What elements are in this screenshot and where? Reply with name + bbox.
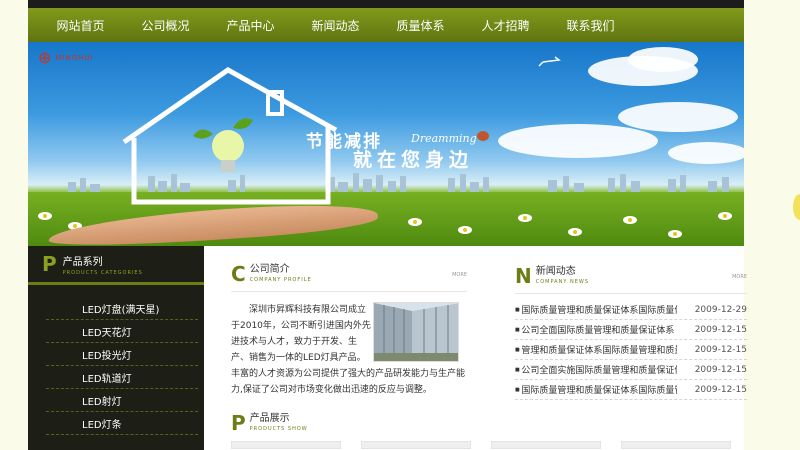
news-item-date: 2009-12-29 bbox=[694, 304, 747, 315]
hero-banner: ⊕ MINGHUI 节能减排 Dreamming 就在您身边 bbox=[28, 42, 744, 246]
news-header: N 新闻动态 COMPANY NEWS MORE bbox=[515, 266, 747, 294]
main-nav: 网站首页 公司概况 产品中心 新闻动态 质量体系 人才招聘 联系我们 bbox=[28, 8, 744, 42]
news-section: N 新闻动态 COMPANY NEWS MORE 国际质量管理和质量保证体系国际… bbox=[515, 266, 747, 400]
section-p-icon: P bbox=[42, 252, 57, 276]
company-building-image bbox=[373, 302, 459, 362]
news-item[interactable]: 国际质量管理和质量保证体系国际质量管 2009-12-15 bbox=[515, 380, 747, 400]
nav-about[interactable]: 公司概况 bbox=[123, 17, 208, 34]
profile-text-line: 力,保证了公司对市场变化做出迅速的反应与调整。 bbox=[231, 385, 432, 395]
news-item-title[interactable]: 公司全面实施国际质量管理和质量保证体 bbox=[515, 363, 677, 376]
sidebar-item-track-light[interactable]: LED轨道灯 bbox=[46, 366, 198, 389]
news-item-date: 2009-12-15 bbox=[694, 384, 747, 395]
news-more-link[interactable]: MORE bbox=[732, 274, 747, 280]
slogan-english: Dreamming bbox=[411, 132, 477, 145]
news-list: 国际质量管理和质量保证体系国际质量体 2009-12-29 公司全面国际质量管理… bbox=[515, 300, 747, 400]
products-show-section: P 产品展示 PRODUCTS SHOW bbox=[231, 413, 747, 449]
product-thumbnail[interactable] bbox=[491, 441, 601, 449]
products-title: 产品展示 bbox=[249, 413, 290, 424]
profile-title: 公司简介 bbox=[249, 264, 290, 275]
sidebar-subtitle: PRODUCTS CATEGORIES bbox=[62, 269, 143, 276]
page: 网站首页 公司概况 产品中心 新闻动态 质量体系 人才招聘 联系我们 ⊕ MIN… bbox=[28, 0, 747, 450]
house-outline-icon bbox=[122, 56, 561, 205]
news-item[interactable]: 公司全面实施国际质量管理和质量保证体 2009-12-15 bbox=[515, 360, 747, 380]
section-c-icon: C bbox=[231, 262, 246, 286]
news-item-date: 2009-12-15 bbox=[694, 344, 747, 355]
floating-widget-edge[interactable] bbox=[793, 194, 800, 220]
news-subtitle: COMPANY NEWS bbox=[535, 279, 590, 285]
sidebar-item-flood-light[interactable]: LED投光灯 bbox=[46, 343, 198, 366]
sidebar-item-panel-light[interactable]: LED灯盘(满天星) bbox=[46, 297, 198, 320]
product-thumbnail[interactable] bbox=[361, 441, 471, 449]
section-n-icon: N bbox=[515, 264, 532, 288]
company-logo[interactable]: ⊕ MINGHUI bbox=[38, 48, 94, 67]
news-item[interactable]: 国际质量管理和质量保证体系国际质量体 2009-12-29 bbox=[515, 300, 747, 320]
profile-more-link[interactable]: MORE bbox=[452, 272, 467, 278]
news-item-title[interactable]: 管理和质量保证体系国际质量管理和质量 bbox=[515, 343, 677, 356]
nav-contact[interactable]: 联系我们 bbox=[548, 17, 633, 34]
nav-products[interactable]: 产品中心 bbox=[208, 17, 293, 34]
news-item-title[interactable]: 公司全面国际质量管理和质量保证体系 bbox=[515, 323, 677, 336]
section-p-icon: P bbox=[231, 411, 246, 435]
nav-jobs[interactable]: 人才招聘 bbox=[463, 17, 548, 34]
nav-quality[interactable]: 质量体系 bbox=[378, 17, 463, 34]
nav-home[interactable]: 网站首页 bbox=[38, 17, 123, 34]
company-profile-section: C 公司简介 COMPANY PROFILE MORE 深圳市昇辉科技有限公司成… bbox=[231, 264, 467, 398]
news-item[interactable]: 管理和质量保证体系国际质量管理和质量 2009-12-15 bbox=[515, 340, 747, 360]
profile-subtitle: COMPANY PROFILE bbox=[249, 277, 312, 283]
sidebar-header: P 产品系列 PRODUCTS CATEGORIES bbox=[28, 246, 204, 282]
news-item-date: 2009-12-15 bbox=[694, 364, 747, 375]
logo-text: MINGHUI bbox=[55, 53, 94, 62]
profile-body: 深圳市昇辉科技有限公司成立 于2010年，公司不断引进国内外先 进技术与人才，致… bbox=[231, 302, 467, 398]
products-subtitle: PRODUCTS SHOW bbox=[249, 426, 308, 432]
sidebar-title: 产品系列 bbox=[62, 256, 103, 268]
news-item-title[interactable]: 国际质量管理和质量保证体系国际质量管 bbox=[515, 383, 677, 396]
news-title: 新闻动态 bbox=[535, 266, 576, 277]
product-sidebar: P 产品系列 PRODUCTS CATEGORIES LED灯盘(满天星) LE… bbox=[28, 246, 204, 450]
news-item-date: 2009-12-15 bbox=[694, 324, 747, 335]
logo-mark-icon: ⊕ bbox=[38, 48, 52, 67]
sidebar-item-spot-light[interactable]: LED射灯 bbox=[46, 389, 198, 412]
news-item-title[interactable]: 国际质量管理和质量保证体系国际质量体 bbox=[515, 303, 677, 316]
product-thumbnails bbox=[231, 441, 747, 449]
product-thumbnail[interactable] bbox=[231, 441, 341, 449]
top-bar bbox=[28, 0, 744, 8]
nav-news[interactable]: 新闻动态 bbox=[293, 17, 378, 34]
profile-header: C 公司简介 COMPANY PROFILE MORE bbox=[231, 264, 467, 292]
slogan-secondary: 就在您身边 bbox=[353, 149, 474, 171]
products-header: P 产品展示 PRODUCTS SHOW bbox=[231, 413, 747, 435]
profile-text-line: 丰富的人才资源为公司提供了强大的产品研发能力与生产能 bbox=[231, 369, 466, 379]
news-item[interactable]: 公司全面国际质量管理和质量保证体系 2009-12-15 bbox=[515, 320, 747, 340]
product-thumbnail[interactable] bbox=[621, 441, 731, 449]
sidebar-item-ceiling-light[interactable]: LED天花灯 bbox=[46, 320, 198, 343]
sidebar-item-light-strip[interactable]: LED灯条 bbox=[46, 412, 198, 435]
sidebar-divider bbox=[28, 282, 204, 285]
